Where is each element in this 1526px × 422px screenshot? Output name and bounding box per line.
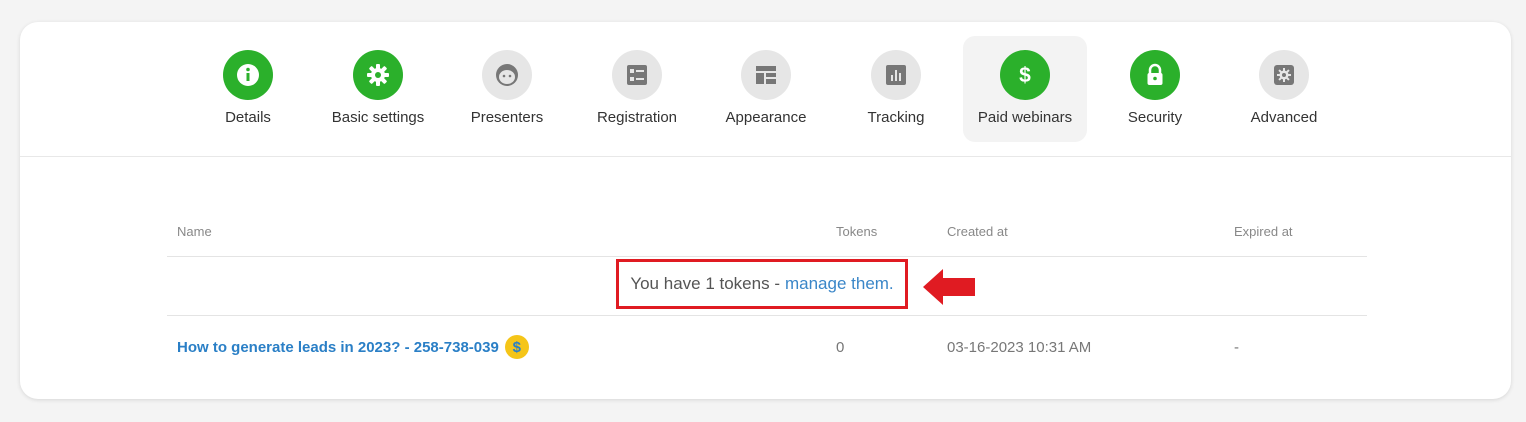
tokens-cell: 0 bbox=[836, 339, 845, 356]
info-icon bbox=[223, 50, 273, 100]
tab-registration[interactable]: Registration bbox=[575, 36, 699, 142]
person-face-icon bbox=[482, 50, 532, 100]
tab-label: Tracking bbox=[867, 109, 925, 126]
gear-icon bbox=[1259, 50, 1309, 100]
bar-chart-icon bbox=[871, 50, 921, 100]
dollar-icon: $ bbox=[1000, 50, 1050, 100]
webinar-row-link[interactable]: How to generate leads in 2023? - 258-738… bbox=[177, 335, 529, 359]
expired-cell: - bbox=[1234, 339, 1239, 356]
token-notice: You have 1 tokens - manage them. bbox=[616, 259, 908, 309]
tab-tracking[interactable]: Tracking bbox=[834, 36, 958, 142]
arrow-left-icon bbox=[923, 269, 975, 305]
settings-card: Details Basic settings Presenters Regist… bbox=[20, 22, 1511, 399]
tab-basic-settings[interactable]: Basic settings bbox=[316, 36, 440, 142]
tab-advanced[interactable]: Advanced bbox=[1222, 36, 1346, 142]
tab-label: Details bbox=[225, 109, 271, 126]
tab-label: Basic settings bbox=[331, 109, 425, 126]
layout-icon bbox=[741, 50, 791, 100]
manage-tokens-link[interactable]: manage them. bbox=[785, 274, 894, 294]
dollar-coin-icon: $ bbox=[504, 335, 529, 359]
tab-label: Paid webinars bbox=[977, 109, 1073, 126]
divider bbox=[167, 315, 1367, 316]
lock-icon bbox=[1130, 50, 1180, 100]
created-cell: 03-16-2023 10:31 AM bbox=[947, 339, 1092, 356]
tab-paid-webinars[interactable]: $ Paid webinars bbox=[963, 36, 1087, 142]
token-notice-text: You have 1 tokens - bbox=[630, 274, 780, 293]
column-header-name: Name bbox=[177, 224, 212, 239]
svg-text:$: $ bbox=[1019, 64, 1031, 87]
form-icon bbox=[612, 50, 662, 100]
webinar-name: How to generate leads in 2023? - 258-738… bbox=[177, 338, 499, 356]
tab-label: Security bbox=[1127, 109, 1183, 126]
divider bbox=[167, 256, 1367, 257]
column-header-tokens: Tokens bbox=[836, 224, 878, 239]
tab-label: Presenters bbox=[470, 109, 544, 126]
column-header-expired: Expired at bbox=[1234, 224, 1293, 239]
tab-appearance[interactable]: Appearance bbox=[704, 36, 828, 142]
tab-label: Appearance bbox=[725, 109, 807, 126]
tab-bar: Details Basic settings Presenters Regist… bbox=[20, 22, 1511, 157]
tab-details[interactable]: Details bbox=[186, 36, 310, 142]
tab-label: Advanced bbox=[1250, 109, 1318, 126]
tab-security[interactable]: Security bbox=[1093, 36, 1217, 142]
column-header-created: Created at bbox=[947, 224, 1008, 239]
tab-presenters[interactable]: Presenters bbox=[445, 36, 569, 142]
tab-label: Registration bbox=[596, 109, 678, 126]
gear-icon bbox=[353, 50, 403, 100]
